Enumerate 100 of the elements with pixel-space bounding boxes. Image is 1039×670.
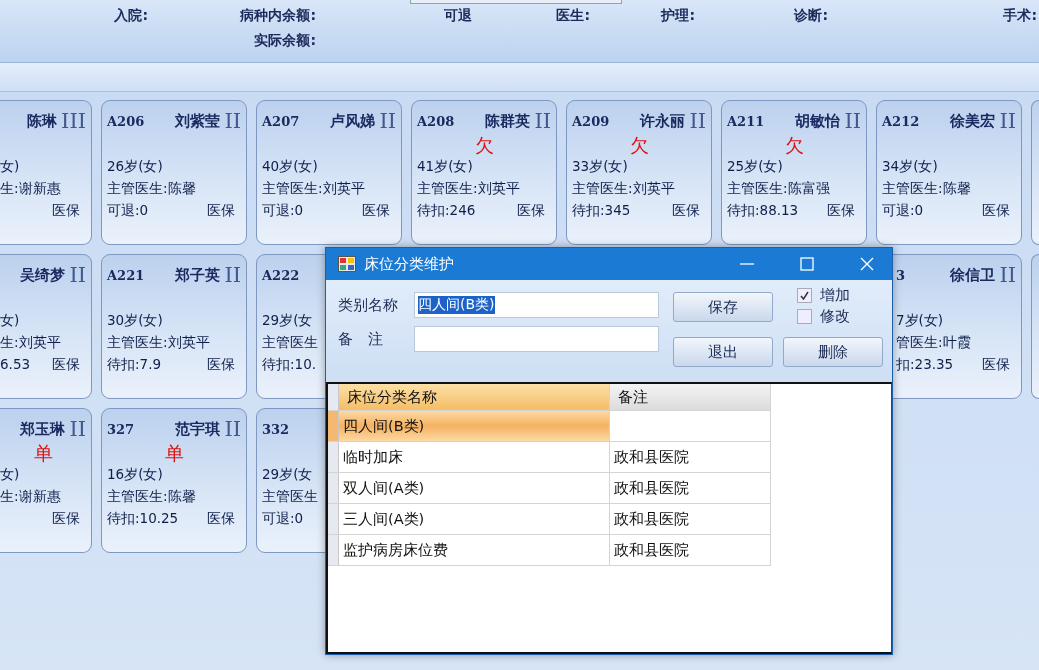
table-cell: 四人间(B类) xyxy=(339,411,610,442)
table-cell: 政和县医院 xyxy=(610,504,771,535)
balance-text: 待扣:246 xyxy=(417,201,476,220)
status-mark: 欠 xyxy=(474,134,494,156)
doctor-text: 主管医生:刘英平 xyxy=(572,179,675,198)
balance-text: 扣:23.35 xyxy=(896,355,954,374)
doctor-text: 主管医生:陈馨 xyxy=(882,179,971,198)
table-cell: 政和县医院 xyxy=(610,473,771,504)
age-sex: 29岁(女 xyxy=(262,465,313,484)
room-number: 3 xyxy=(896,267,906,283)
table-cell: 政和县医院 xyxy=(610,535,771,566)
age-sex: 40岁(女) xyxy=(262,157,318,176)
patient-name: 徐美宏 xyxy=(950,111,996,131)
care-level: II xyxy=(844,110,861,132)
age-sex: 女) xyxy=(0,311,20,330)
table-cell: 三人间(A类) xyxy=(339,504,610,535)
info-label: 护理: xyxy=(659,7,695,25)
table-cell: 监护病房床位费 xyxy=(339,535,610,566)
insurance-type: 医保 xyxy=(672,201,700,220)
care-level: II xyxy=(224,264,241,286)
doctor-text: 主管医生:刘英平 xyxy=(262,179,365,198)
room-number: A211 xyxy=(727,113,765,129)
table-cell: 政和县医院 xyxy=(610,442,771,473)
balance-text: 待扣:10. xyxy=(262,355,317,374)
patient-name: 许永丽 xyxy=(640,111,686,131)
doctor-text: 生:谢新惠 xyxy=(0,487,61,506)
field-value: 四人间(B类) xyxy=(418,296,495,314)
doctor-text: 管医生:叶霞 xyxy=(896,333,971,352)
field-label: 类别名称 xyxy=(338,295,399,315)
status-mark: 单 xyxy=(164,442,184,464)
care-level: III xyxy=(61,110,86,132)
window-title: 床位分类维护 xyxy=(364,254,455,274)
info-label: 病种内余额: xyxy=(239,7,316,25)
info-label: 可退 xyxy=(443,7,472,25)
room-number: A222 xyxy=(262,267,300,283)
care-level: II xyxy=(999,264,1016,286)
care-level: II xyxy=(379,110,396,132)
insurance-type: 医保 xyxy=(207,509,235,528)
info-label: 手术: xyxy=(1002,7,1037,25)
age-sex: 25岁(女) xyxy=(727,157,783,176)
room-number: A208 xyxy=(417,113,455,129)
age-sex: 26岁(女) xyxy=(107,157,163,176)
patient-name: 徐信卫 xyxy=(950,265,996,285)
care-level: II xyxy=(999,110,1016,132)
room-number: A221 xyxy=(107,267,145,283)
care-level: II xyxy=(69,418,86,440)
doctor-text: 主管医生:陈馨 xyxy=(107,179,196,198)
status-mark: 单 xyxy=(33,442,53,464)
insurance-type: 医保 xyxy=(52,201,80,220)
insurance-type: 医保 xyxy=(52,355,80,374)
age-sex: 7岁(女) xyxy=(896,311,944,330)
table-cell: 临时加床 xyxy=(339,442,610,473)
age-sex: 41岁(女) xyxy=(417,157,473,176)
room-number: A212 xyxy=(882,113,920,129)
balance-text: 待扣:345 xyxy=(572,201,631,220)
care-level: II xyxy=(689,110,706,132)
checkbox-label: 修改 xyxy=(820,307,850,326)
balance-text: 待扣:10.25 xyxy=(107,509,179,528)
patient-name: 郑子英 xyxy=(175,265,221,285)
age-sex: 30岁(女) xyxy=(107,311,163,330)
insurance-type: 医保 xyxy=(827,201,855,220)
age-sex: 16岁(女) xyxy=(107,465,163,484)
care-level: II xyxy=(534,110,551,132)
insurance-type: 医保 xyxy=(982,201,1010,220)
age-sex: 34岁(女) xyxy=(882,157,938,176)
care-level: II xyxy=(69,264,86,286)
room-number: 332 xyxy=(262,421,290,437)
insurance-type: 医保 xyxy=(517,201,545,220)
insurance-type: 医保 xyxy=(207,355,235,374)
age-sex: 29岁(女 xyxy=(262,311,313,330)
patient-name: 陈琳 xyxy=(27,111,58,131)
doctor-text: 主管医生:刘英平 xyxy=(107,333,210,352)
doctor-text: 生:谢新惠 xyxy=(0,179,61,198)
doctor-text: 主管医生:刘英平 xyxy=(417,179,520,198)
balance-text: 可退:0 xyxy=(262,201,304,220)
field-label: 备 注 xyxy=(338,329,384,349)
balance-text: 可退:0 xyxy=(882,201,924,220)
balance-text: 6.53 xyxy=(0,355,31,374)
balance-text: 待扣:88.13 xyxy=(727,201,799,220)
age-sex: 女) xyxy=(0,465,20,484)
patient-name: 郑玉琳 xyxy=(20,419,66,439)
info-label: 医生: xyxy=(555,7,590,25)
patient-name: 陈群英 xyxy=(485,111,531,131)
age-sex: 33岁(女) xyxy=(572,157,628,176)
insurance-type: 医保 xyxy=(52,509,80,528)
care-level: II xyxy=(224,110,241,132)
balance-text: 可退:0 xyxy=(107,201,149,220)
doctor-text: 主管医生 xyxy=(262,487,318,506)
room-number: A207 xyxy=(262,113,300,129)
info-label: 入院: xyxy=(113,7,148,25)
patient-name: 刘紫莹 xyxy=(175,111,221,131)
balance-text: 待扣:7.9 xyxy=(107,355,162,374)
insurance-type: 医保 xyxy=(362,201,390,220)
info-label: 实际余额: xyxy=(253,32,316,50)
patient-name: 范宇琪 xyxy=(175,419,221,439)
status-mark: 欠 xyxy=(629,134,649,156)
care-level: II xyxy=(224,418,241,440)
status-mark: 欠 xyxy=(784,134,804,156)
room-number: 327 xyxy=(107,421,135,437)
info-label: 诊断: xyxy=(792,7,828,25)
